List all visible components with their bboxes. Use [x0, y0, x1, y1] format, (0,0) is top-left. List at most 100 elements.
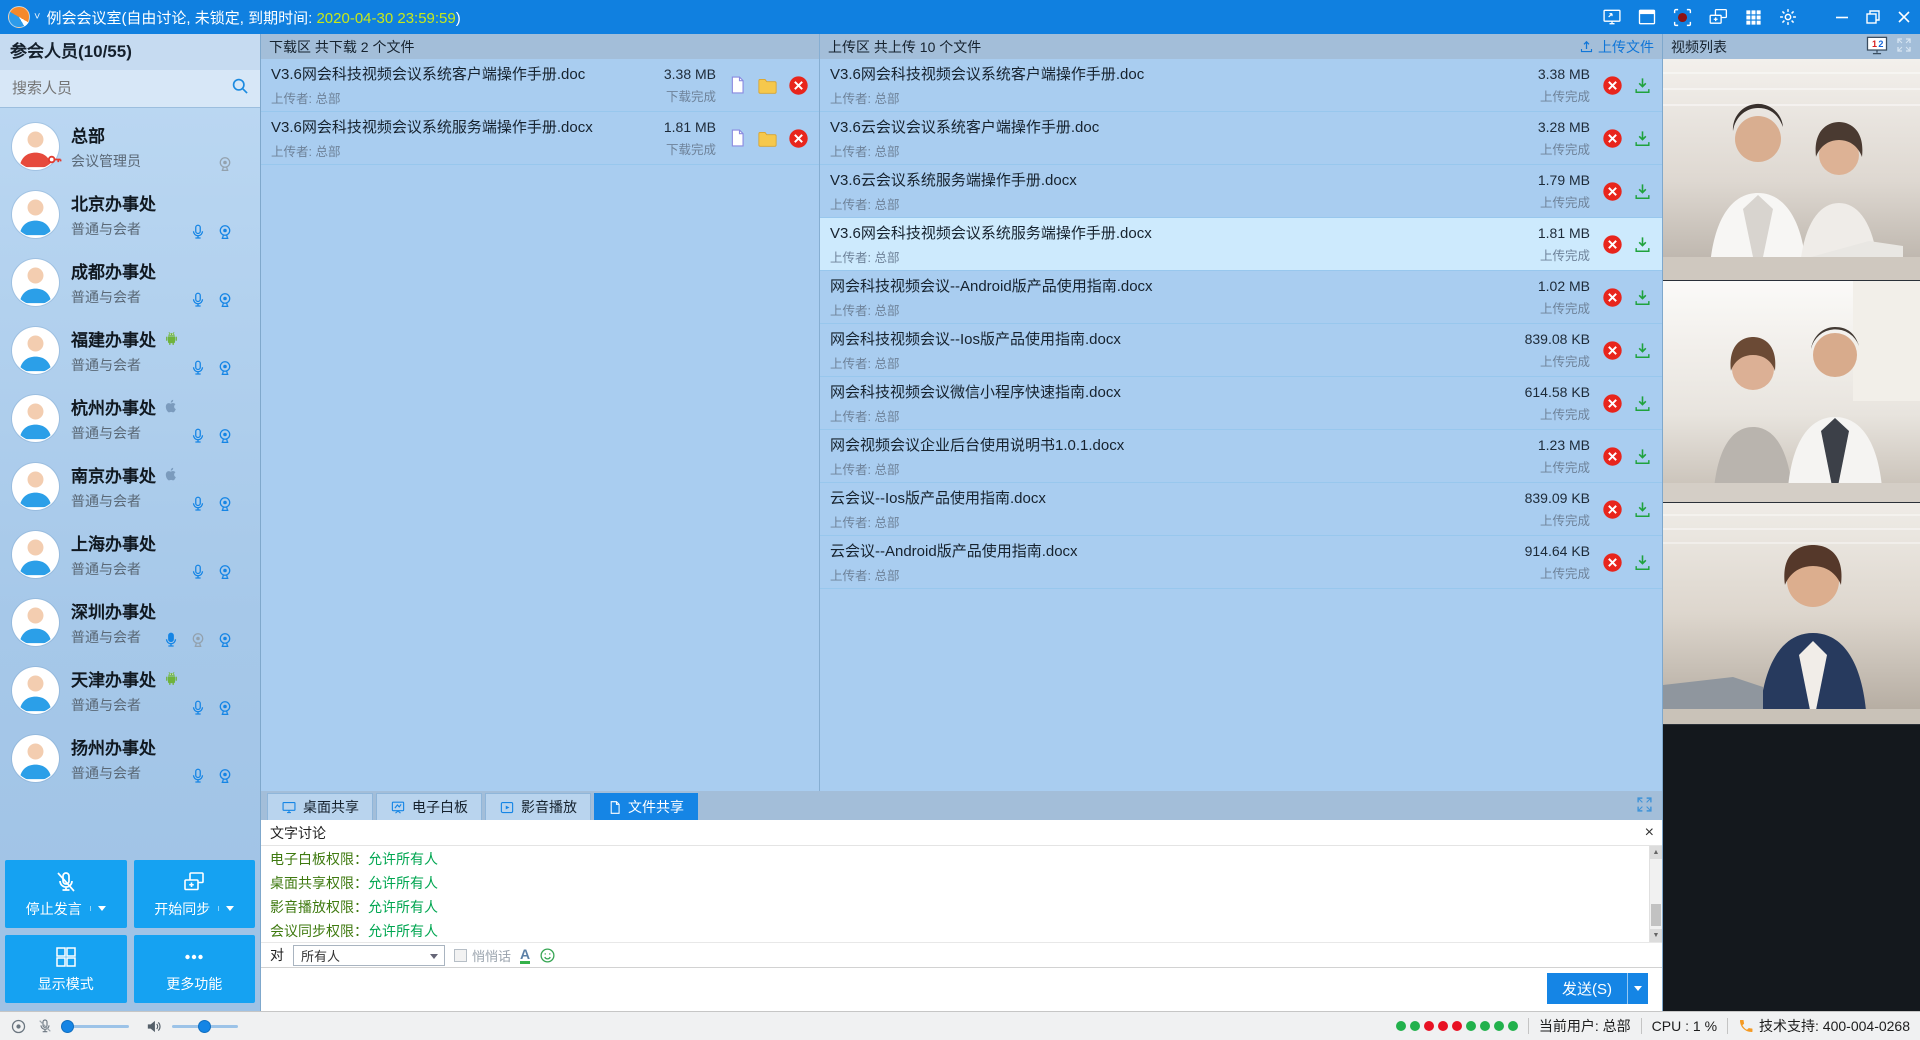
sync-displays-icon[interactable] — [1708, 7, 1729, 28]
file-row[interactable]: V3.6网会科技视频会议系统服务端操作手册.docx上传者: 总部1.81 MB… — [820, 218, 1662, 271]
scroll-up-icon[interactable]: ▲ — [1650, 846, 1662, 859]
whisper-checkbox[interactable] — [454, 949, 467, 962]
webcam-icon[interactable] — [189, 631, 207, 649]
microphone-icon[interactable] — [189, 767, 207, 785]
video-thumbnail[interactable] — [1663, 59, 1920, 281]
participant-row[interactable]: 成都办事处普通与会者 — [0, 248, 260, 316]
chat-close-icon[interactable]: × — [1645, 820, 1654, 846]
delete-file-icon[interactable] — [1602, 75, 1623, 96]
tab-whiteboard[interactable]: 电子白板 — [376, 793, 482, 820]
microphone-icon[interactable] — [189, 291, 207, 309]
dropdown-chevron-icon[interactable] — [90, 906, 106, 911]
delete-file-icon[interactable] — [1602, 552, 1623, 573]
microphone-icon[interactable] — [189, 495, 207, 513]
device-check-icon[interactable] — [10, 1018, 27, 1035]
video-thumbnail[interactable] — [1663, 281, 1920, 503]
webcam-icon[interactable] — [216, 223, 234, 241]
participant-row[interactable]: 天津办事处普通与会者 — [0, 656, 260, 724]
sidebar-button-sync-screens[interactable]: 开始同步 — [134, 860, 256, 928]
download-file-icon[interactable] — [1633, 76, 1652, 95]
title-chevron-down-icon[interactable]: ˅ — [34, 11, 40, 23]
sidebar-button-display-mode[interactable]: 显示模式 — [5, 935, 127, 1003]
webcam-icon[interactable] — [216, 427, 234, 445]
download-file-icon[interactable] — [1633, 394, 1652, 413]
file-row[interactable]: 网会视频会议企业后台使用说明书1.0.1.docx上传者: 总部1.23 MB上… — [820, 430, 1662, 483]
open-folder-icon[interactable] — [757, 76, 778, 95]
tab-file-share[interactable]: 文件共享 — [594, 793, 698, 820]
mic-muted-icon[interactable] — [37, 1018, 53, 1034]
emoji-icon[interactable] — [539, 947, 556, 964]
microphone-icon[interactable] — [189, 563, 207, 581]
video-expand-icon[interactable] — [1896, 37, 1912, 56]
sidebar-button-mic-off[interactable]: 停止发言 — [5, 860, 127, 928]
participant-row[interactable]: 上海办事处普通与会者 — [0, 520, 260, 588]
webcam-icon[interactable] — [216, 495, 234, 513]
present-window-icon[interactable] — [1637, 7, 1657, 27]
maximize-icon[interactable] — [1865, 9, 1881, 25]
open-file-icon[interactable] — [728, 128, 747, 148]
file-row[interactable]: V3.6网会科技视频会议系统客户端操作手册.doc上传者: 总部3.38 MB下… — [261, 59, 819, 112]
download-file-icon[interactable] — [1633, 553, 1652, 572]
download-file-icon[interactable] — [1633, 182, 1652, 201]
send-button[interactable]: 发送(S) — [1547, 973, 1627, 1004]
download-file-icon[interactable] — [1633, 129, 1652, 148]
fullscreen-expand-icon[interactable] — [1636, 796, 1653, 818]
webcam-icon[interactable] — [216, 563, 234, 581]
layout-grid-icon[interactable] — [1744, 8, 1763, 27]
download-file-icon[interactable] — [1633, 288, 1652, 307]
microphone-icon[interactable] — [189, 427, 207, 445]
speaker-volume-slider[interactable] — [172, 1025, 238, 1028]
file-row[interactable]: 网会科技视频会议--Android版产品使用指南.docx上传者: 总部1.02… — [820, 271, 1662, 324]
close-icon[interactable] — [1896, 9, 1912, 25]
record-icon[interactable] — [1672, 7, 1693, 28]
delete-file-icon[interactable] — [1602, 128, 1623, 149]
open-folder-icon[interactable] — [757, 129, 778, 148]
speaker-volume-knob[interactable] — [198, 1020, 211, 1033]
file-row[interactable]: V3.6云会议会议系统客户端操作手册.doc上传者: 总部3.28 MB上传完成 — [820, 112, 1662, 165]
upload-file-button[interactable]: 上传文件 — [1579, 37, 1654, 57]
search-icon[interactable] — [230, 76, 250, 101]
delete-file-icon[interactable] — [1602, 181, 1623, 202]
download-file-icon[interactable] — [1633, 500, 1652, 519]
webcam-icon[interactable] — [216, 359, 234, 377]
tab-desktop-share[interactable]: 桌面共享 — [267, 793, 373, 820]
file-row[interactable]: V3.6网会科技视频会议系统客户端操作手册.doc上传者: 总部3.38 MB上… — [820, 59, 1662, 112]
delete-file-icon[interactable] — [1602, 234, 1623, 255]
send-options-chevron-icon[interactable] — [1627, 973, 1648, 1004]
file-row[interactable]: 云会议--Ios版产品使用指南.docx上传者: 总部839.09 KB上传完成 — [820, 483, 1662, 536]
microphone-icon[interactable] — [189, 699, 207, 717]
recipient-select[interactable]: 所有人 — [293, 945, 445, 966]
webcam-icon[interactable] — [216, 767, 234, 785]
microphone-icon[interactable] — [162, 631, 180, 649]
font-color-icon[interactable]: A — [520, 947, 530, 964]
download-file-icon[interactable] — [1633, 447, 1652, 466]
file-row[interactable]: V3.6网会科技视频会议系统服务端操作手册.docx上传者: 总部1.81 MB… — [261, 112, 819, 165]
search-input[interactable] — [10, 79, 230, 98]
delete-file-icon[interactable] — [1602, 340, 1623, 361]
speaker-icon[interactable] — [145, 1018, 162, 1035]
file-row[interactable]: 网会科技视频会议微信小程序快速指南.docx上传者: 总部614.58 KB上传… — [820, 377, 1662, 430]
download-file-icon[interactable] — [1633, 341, 1652, 360]
mic-volume-knob[interactable] — [61, 1020, 74, 1033]
scroll-down-icon[interactable]: ▼ — [1650, 929, 1662, 942]
webcam-icon[interactable] — [216, 155, 234, 173]
open-file-icon[interactable] — [728, 75, 747, 95]
participant-row[interactable]: 北京办事处普通与会者 — [0, 180, 260, 248]
file-row[interactable]: 网会科技视频会议--Ios版产品使用指南.docx上传者: 总部839.08 K… — [820, 324, 1662, 377]
tab-media-play[interactable]: 影音播放 — [485, 793, 591, 820]
participant-row[interactable]: 福建办事处普通与会者 — [0, 316, 260, 384]
delete-file-icon[interactable] — [1602, 287, 1623, 308]
sidebar-button-more-dots[interactable]: 更多功能 — [134, 935, 256, 1003]
settings-gear-icon[interactable] — [1778, 7, 1798, 27]
share-screen-icon[interactable] — [1602, 7, 1622, 27]
file-row[interactable]: 云会议--Android版产品使用指南.docx上传者: 总部914.64 KB… — [820, 536, 1662, 589]
webcam-icon[interactable] — [216, 631, 234, 649]
minimize-icon[interactable] — [1834, 9, 1850, 25]
delete-file-icon[interactable] — [788, 75, 809, 96]
microphone-icon[interactable] — [189, 359, 207, 377]
microphone-icon[interactable] — [189, 223, 207, 241]
participant-row[interactable]: 南京办事处普通与会者 — [0, 452, 260, 520]
mic-volume-slider[interactable] — [63, 1025, 129, 1028]
file-row[interactable]: V3.6云会议系统服务端操作手册.docx上传者: 总部1.79 MB上传完成 — [820, 165, 1662, 218]
video-count-icon[interactable]: 12 — [1866, 36, 1888, 58]
